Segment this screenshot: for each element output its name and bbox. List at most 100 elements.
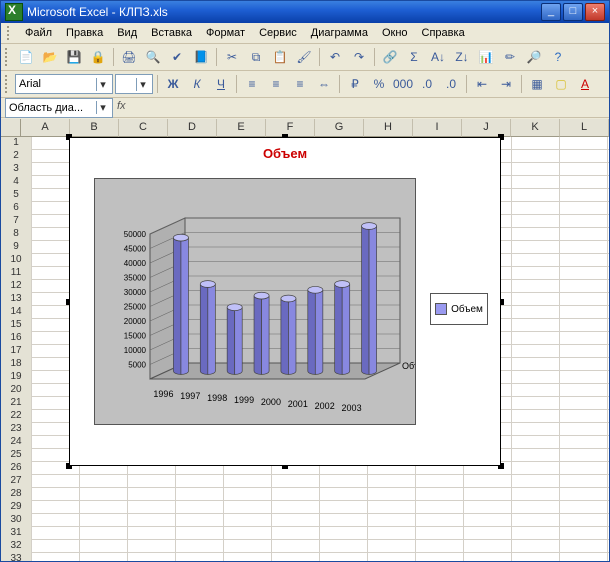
row-header[interactable]: 13 <box>1 293 32 307</box>
comma-icon[interactable]: 000 <box>392 73 414 95</box>
paste-icon[interactable]: 📋 <box>269 46 291 68</box>
open-icon[interactable]: 📂 <box>39 46 61 68</box>
merge-center-icon[interactable]: ⇔ <box>313 73 335 95</box>
minimize-button[interactable]: _ <box>541 3 561 21</box>
row-header[interactable]: 24 <box>1 436 32 450</box>
copy-icon[interactable]: ⧉ <box>245 46 267 68</box>
row-header[interactable]: 18 <box>1 358 32 372</box>
percent-icon[interactable]: % <box>368 73 390 95</box>
toolbar-handle[interactable] <box>5 48 11 66</box>
row-header[interactable]: 23 <box>1 423 32 437</box>
font-name-combo[interactable]: Arial ▾ <box>15 74 113 94</box>
maximize-button[interactable]: □ <box>563 3 583 21</box>
row-header[interactable]: 5 <box>1 189 32 203</box>
increase-indent-icon[interactable]: ⇥ <box>495 73 517 95</box>
redo-icon[interactable]: ↷ <box>348 46 370 68</box>
row-header[interactable]: 29 <box>1 501 32 515</box>
col-header-A[interactable]: A <box>21 119 70 137</box>
row-header[interactable]: 10 <box>1 254 32 268</box>
menu-tools[interactable]: Сервис <box>253 25 303 41</box>
row-header[interactable]: 33 <box>1 553 32 562</box>
row-header[interactable]: 22 <box>1 410 32 424</box>
decrease-decimal-icon[interactable]: .0 <box>440 73 462 95</box>
close-button[interactable]: × <box>585 3 605 21</box>
undo-icon[interactable]: ↶ <box>324 46 346 68</box>
menu-insert[interactable]: Вставка <box>145 25 198 41</box>
row-header[interactable]: 16 <box>1 332 32 346</box>
sort-asc-icon[interactable]: A↓ <box>427 46 449 68</box>
row-header[interactable]: 14 <box>1 306 32 320</box>
increase-decimal-icon[interactable]: .0 <box>416 73 438 95</box>
format-painter-icon[interactable]: 🖌 <box>293 46 315 68</box>
row-header[interactable]: 9 <box>1 241 32 255</box>
row-header[interactable]: 19 <box>1 371 32 385</box>
row-header[interactable]: 25 <box>1 449 32 463</box>
print-icon[interactable]: 🖨 <box>118 46 140 68</box>
chart-frame[interactable]: Объем 5000100001500020000250003000035000… <box>69 137 501 466</box>
menu-edit[interactable]: Правка <box>60 25 109 41</box>
sort-desc-icon[interactable]: Z↓ <box>451 46 473 68</box>
plot-area[interactable]: 5000100001500020000250003000035000400004… <box>94 178 416 425</box>
chart-legend[interactable]: Объем <box>430 293 488 325</box>
fx-icon[interactable]: fx <box>117 100 133 116</box>
decrease-indent-icon[interactable]: ⇤ <box>471 73 493 95</box>
col-header-L[interactable]: L <box>560 119 609 137</box>
zoom-icon[interactable]: 🔎 <box>523 46 545 68</box>
row-header[interactable]: 21 <box>1 397 32 411</box>
menu-file[interactable]: Файл <box>19 25 58 41</box>
spreadsheet-grid[interactable]: ABCDEFGHIJKL 123456789101112131415161718… <box>1 119 609 561</box>
row-header[interactable]: 32 <box>1 540 32 554</box>
fill-color-icon[interactable]: ▢ <box>550 73 572 95</box>
toolbar-handle[interactable] <box>7 26 13 40</box>
row-header[interactable]: 3 <box>1 163 32 177</box>
permission-icon[interactable]: 🔒 <box>87 46 109 68</box>
row-header[interactable]: 20 <box>1 384 32 398</box>
borders-icon[interactable]: ▦ <box>526 73 548 95</box>
align-right-icon[interactable]: ≡ <box>289 73 311 95</box>
menu-help[interactable]: Справка <box>416 25 471 41</box>
menu-view[interactable]: Вид <box>111 25 143 41</box>
row-header[interactable]: 11 <box>1 267 32 281</box>
chart-object[interactable]: Объем 5000100001500020000250003000035000… <box>66 134 504 469</box>
chart-title[interactable]: Объем <box>70 146 500 161</box>
underline-button[interactable]: Ч <box>210 73 232 95</box>
select-all-corner[interactable] <box>1 119 21 137</box>
row-header[interactable]: 30 <box>1 514 32 528</box>
name-box[interactable]: Область диа... ▾ <box>5 98 113 118</box>
align-left-icon[interactable]: ≡ <box>241 73 263 95</box>
row-header[interactable]: 7 <box>1 215 32 229</box>
new-icon[interactable]: 📄 <box>15 46 37 68</box>
row-header[interactable]: 27 <box>1 475 32 489</box>
italic-button[interactable]: К <box>186 73 208 95</box>
currency-icon[interactable]: ₽ <box>344 73 366 95</box>
row-header[interactable]: 6 <box>1 202 32 216</box>
toolbar-handle[interactable] <box>5 75 11 93</box>
align-center-icon[interactable]: ≡ <box>265 73 287 95</box>
font-color-icon[interactable]: A <box>574 73 596 95</box>
help-icon[interactable]: ? <box>547 46 569 68</box>
menu-format[interactable]: Формат <box>200 25 251 41</box>
autosum-icon[interactable]: Σ <box>403 46 425 68</box>
col-header-K[interactable]: K <box>511 119 560 137</box>
save-icon[interactable]: 💾 <box>63 46 85 68</box>
preview-icon[interactable]: 🔍 <box>142 46 164 68</box>
bold-button[interactable]: Ж <box>162 73 184 95</box>
row-header[interactable]: 2 <box>1 150 32 164</box>
row-header[interactable]: 4 <box>1 176 32 190</box>
chart-wizard-icon[interactable]: 📊 <box>475 46 497 68</box>
row-header[interactable]: 31 <box>1 527 32 541</box>
row-header[interactable]: 12 <box>1 280 32 294</box>
row-header[interactable]: 28 <box>1 488 32 502</box>
menu-window[interactable]: Окно <box>376 25 414 41</box>
font-size-combo[interactable]: ▾ <box>115 74 153 94</box>
row-header[interactable]: 15 <box>1 319 32 333</box>
spellcheck-icon[interactable]: ✔ <box>166 46 188 68</box>
drawing-icon[interactable]: ✏ <box>499 46 521 68</box>
research-icon[interactable]: 📘 <box>190 46 212 68</box>
menu-chart[interactable]: Диаграмма <box>305 25 374 41</box>
row-header[interactable]: 8 <box>1 228 32 242</box>
row-header[interactable]: 17 <box>1 345 32 359</box>
cut-icon[interactable]: ✂ <box>221 46 243 68</box>
row-header[interactable]: 1 <box>1 137 32 151</box>
row-header[interactable]: 26 <box>1 462 32 476</box>
